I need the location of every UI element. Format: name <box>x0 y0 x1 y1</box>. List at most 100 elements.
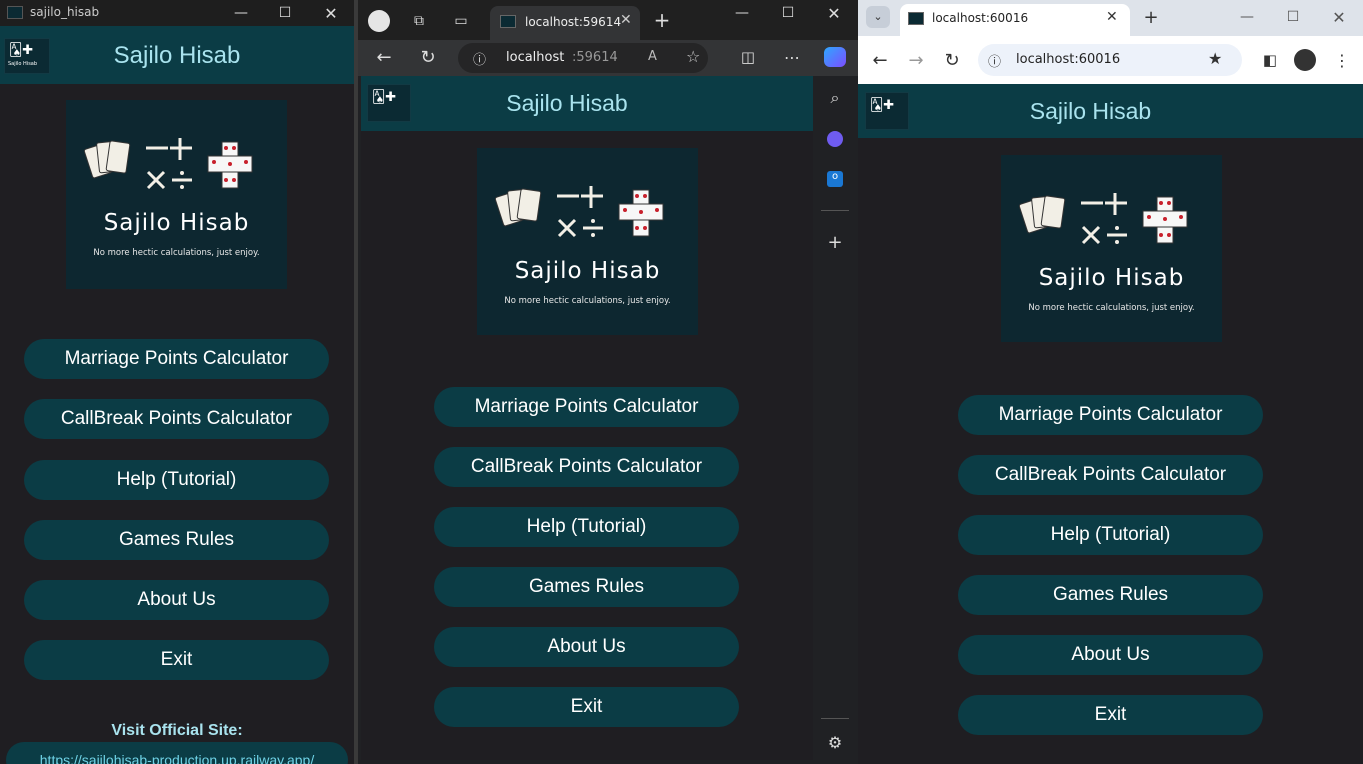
visit-site-label: Visit Official Site: <box>111 722 243 739</box>
back-icon[interactable]: ← <box>868 48 892 72</box>
edge-sidebar: ⌕ o + ⚙ <box>813 76 858 764</box>
refresh-icon[interactable]: ↻ <box>416 45 440 69</box>
copilot-sidebar-icon[interactable] <box>827 131 843 147</box>
chrome-active-tab[interactable]: localhost:60016 ✕ <box>900 4 1130 36</box>
chrome-browser-window: ⌄ localhost:60016 ✕ + — ☐ ✕ ← → ↻ ⓘ loca… <box>858 0 1363 764</box>
exit-button[interactable]: Exit <box>24 640 329 680</box>
tab-title: localhost:60016 <box>932 11 1029 25</box>
tab-close-icon[interactable]: ✕ <box>1106 9 1118 25</box>
edge-browser-window: ⧉ ▭ localhost:59614 ✕ + — ☐ ✕ ← ↻ ⓘ loca… <box>358 0 858 764</box>
main-logo: Sajilo Hisab No more hectic calculations… <box>1001 155 1222 342</box>
minimize-icon[interactable]: — <box>1236 6 1258 28</box>
logo-title: Sajilo Hisab <box>103 210 250 236</box>
logo-title: Sajilo Hisab <box>1038 265 1185 291</box>
page-title: Sajilo Hisab <box>1029 98 1152 124</box>
chrome-page: 🂡✚ Sajilo Hisab Sajilo Hisab No more hec… <box>858 84 1363 764</box>
app-window-icon <box>7 6 23 19</box>
copilot-icon[interactable] <box>824 47 846 67</box>
help-tutorial-button[interactable]: Help (Tutorial) <box>434 507 739 547</box>
more-menu-icon[interactable]: ⋮ <box>1330 48 1354 72</box>
official-site-link[interactable]: https://sajilohisab-production.up.railwa… <box>6 742 348 764</box>
profile-icon[interactable] <box>368 10 390 32</box>
tab-title: localhost:59614 <box>525 15 622 29</box>
cards-math-icon <box>84 138 253 190</box>
marriage-calculator-button[interactable]: Marriage Points Calculator <box>434 387 739 427</box>
new-tab-icon[interactable]: + <box>1140 6 1162 28</box>
minimize-icon[interactable]: — <box>228 2 254 24</box>
address-url: localhost:60016 <box>1016 52 1121 67</box>
favorite-star-icon[interactable]: ☆ <box>686 47 700 66</box>
split-screen-icon[interactable]: ◫ <box>736 45 760 69</box>
edge-page: 🂡✚ Sajilo Hisab Sajilo Hisab No more hec… <box>361 76 813 760</box>
site-info-icon[interactable]: ⓘ <box>988 51 1001 70</box>
more-menu-icon[interactable]: ⋯ <box>780 45 804 69</box>
tab-close-icon[interactable]: ✕ <box>620 12 632 28</box>
games-rules-button[interactable]: Games Rules <box>958 575 1263 615</box>
address-bar[interactable]: ⓘ localhost:60016 ★ <box>978 44 1242 76</box>
refresh-icon[interactable]: ↻ <box>940 48 964 72</box>
bookmark-star-icon[interactable]: ★ <box>1208 49 1222 68</box>
help-tutorial-button[interactable]: Help (Tutorial) <box>24 460 329 500</box>
logo-tagline: No more hectic calculations, just enjoy. <box>1028 303 1195 313</box>
edge-active-tab[interactable]: localhost:59614 ✕ <box>490 6 640 40</box>
sidebar-divider <box>821 210 849 211</box>
site-info-icon[interactable]: ⓘ <box>473 49 486 68</box>
search-icon[interactable]: ⌕ <box>823 86 847 110</box>
cards-math-icon <box>495 186 664 238</box>
window-titlebar: sajilo_hisab — ☐ ✕ <box>0 0 354 26</box>
games-rules-button[interactable]: Games Rules <box>24 520 329 560</box>
main-logo: Sajilo Hisab No more hectic calculations… <box>66 100 287 289</box>
exit-button[interactable]: Exit <box>958 695 1263 735</box>
minimize-icon[interactable]: — <box>730 2 754 24</box>
chrome-tab-strip: ⌄ localhost:60016 ✕ + — ☐ ✕ <box>858 0 1363 36</box>
cards-math-icon <box>1019 193 1188 245</box>
close-icon[interactable]: ✕ <box>1328 6 1350 28</box>
forward-icon[interactable]: → <box>904 48 928 72</box>
new-tab-icon[interactable]: + <box>650 8 674 32</box>
official-site-url: https://sajilohisab-production.up.railwa… <box>39 752 315 764</box>
about-us-button[interactable]: About Us <box>24 580 329 620</box>
maximize-icon[interactable]: ☐ <box>1282 6 1304 28</box>
workspaces-icon[interactable]: ⧉ <box>408 10 430 32</box>
callbreak-calculator-button[interactable]: CallBreak Points Calculator <box>434 447 739 487</box>
about-us-button[interactable]: About Us <box>958 635 1263 675</box>
settings-gear-icon[interactable]: ⚙ <box>823 730 847 754</box>
games-rules-button[interactable]: Games Rules <box>434 567 739 607</box>
side-panel-icon[interactable]: ◧ <box>1258 48 1282 72</box>
exit-button[interactable]: Exit <box>434 687 739 727</box>
back-icon[interactable]: ← <box>372 45 396 69</box>
logo-tagline: No more hectic calculations, just enjoy. <box>504 296 671 306</box>
outlook-icon[interactable]: o <box>827 171 843 187</box>
logo-tagline: No more hectic calculations, just enjoy. <box>93 248 260 258</box>
tab-favicon <box>908 12 924 25</box>
add-icon[interactable]: + <box>823 230 847 254</box>
app-header: 🂡✚ Sajilo Hisab <box>858 84 1363 138</box>
marriage-calculator-button[interactable]: Marriage Points Calculator <box>24 339 329 379</box>
window-title: sajilo_hisab <box>30 5 100 19</box>
tab-search-icon[interactable]: ⌄ <box>866 6 890 28</box>
read-aloud-icon[interactable]: A <box>648 49 657 64</box>
maximize-icon[interactable]: ☐ <box>272 2 298 24</box>
profile-avatar-icon[interactable] <box>1294 49 1316 71</box>
main-logo: Sajilo Hisab No more hectic calculations… <box>477 148 698 335</box>
page-title: Sajilo Hisab <box>506 90 628 116</box>
edge-tab-strip: ⧉ ▭ localhost:59614 ✕ + — ☐ ✕ <box>358 0 858 40</box>
close-icon[interactable]: ✕ <box>318 2 344 24</box>
logo-title: Sajilo Hisab <box>514 258 661 284</box>
maximize-icon[interactable]: ☐ <box>776 2 800 24</box>
app-header: 🂡✚ Sajilo Hisab <box>361 76 813 131</box>
close-icon[interactable]: ✕ <box>822 2 846 24</box>
callbreak-calculator-button[interactable]: CallBreak Points Calculator <box>958 455 1263 495</box>
help-tutorial-button[interactable]: Help (Tutorial) <box>958 515 1263 555</box>
marriage-calculator-button[interactable]: Marriage Points Calculator <box>958 395 1263 435</box>
address-host: localhost <box>506 50 565 65</box>
edge-toolbar: ← ↻ ⓘ localhost :59614 A ☆ ◫ ⋯ <box>358 40 858 76</box>
address-bar[interactable]: ⓘ localhost :59614 A ☆ <box>458 43 708 73</box>
chrome-toolbar: ← → ↻ ⓘ localhost:60016 ★ ◧ ⋮ <box>858 36 1363 84</box>
about-us-button[interactable]: About Us <box>434 627 739 667</box>
tab-favicon <box>500 15 516 28</box>
native-app-window: sajilo_hisab — ☐ ✕ 🂡✚ Sajilo Hisab Sajil… <box>0 0 354 764</box>
callbreak-calculator-button[interactable]: CallBreak Points Calculator <box>24 399 329 439</box>
tab-actions-icon[interactable]: ▭ <box>450 10 472 32</box>
sidebar-divider <box>821 718 849 719</box>
